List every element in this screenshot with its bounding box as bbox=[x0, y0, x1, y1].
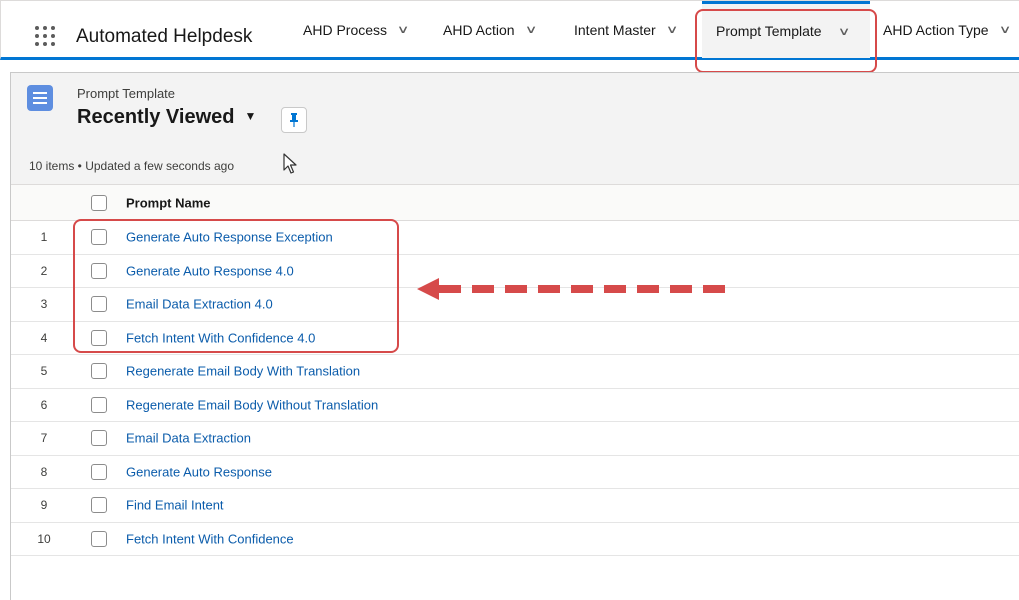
chevron-down-icon[interactable]: ∨ bbox=[524, 23, 537, 36]
row-number: 6 bbox=[40, 397, 48, 412]
table-row: 4 Fetch Intent With Confidence 4.0 bbox=[11, 321, 1019, 355]
app-launcher-icon[interactable] bbox=[35, 26, 57, 48]
row-checkbox[interactable] bbox=[91, 497, 107, 514]
row-number: 7 bbox=[40, 431, 48, 446]
row-number: 1 bbox=[40, 230, 48, 245]
prompt-name-link[interactable]: Fetch Intent With Confidence bbox=[126, 531, 294, 546]
nav-tab-label: AHD Process bbox=[303, 21, 388, 38]
nav-tab-label: AHD Action Type bbox=[883, 21, 989, 38]
row-number: 5 bbox=[40, 364, 48, 379]
table-row: 9 Find Email Intent bbox=[11, 489, 1019, 523]
app-name: Automated Helpdesk bbox=[76, 26, 253, 47]
column-header-prompt-name[interactable]: Prompt Name bbox=[126, 195, 211, 210]
chevron-down-icon[interactable]: ∨ bbox=[665, 23, 678, 36]
chevron-down-icon[interactable]: ∨ bbox=[837, 25, 850, 38]
list-view-panel: Prompt Template Recently Viewed ▼ 10 item… bbox=[10, 72, 1019, 600]
row-checkbox[interactable] bbox=[91, 396, 107, 413]
table-row: 5 Regenerate Email Body With Translation bbox=[11, 355, 1019, 389]
row-checkbox[interactable] bbox=[91, 262, 107, 279]
prompt-name-link[interactable]: Fetch Intent With Confidence 4.0 bbox=[126, 330, 315, 345]
nav-tab-ahd-action[interactable]: AHD Action ∨ bbox=[443, 1, 537, 58]
nav-tab-ahd-process[interactable]: AHD Process ∨ bbox=[303, 1, 410, 58]
table-row: 1 Generate Auto Response Exception bbox=[11, 221, 1019, 255]
nav-tab-prompt-template[interactable]: Prompt Template ∨ bbox=[702, 1, 870, 58]
row-checkbox[interactable] bbox=[91, 329, 107, 346]
caret-down-icon[interactable]: ▼ bbox=[244, 109, 256, 123]
row-number: 4 bbox=[40, 330, 48, 345]
prompt-name-link[interactable]: Email Data Extraction 4.0 bbox=[126, 297, 273, 312]
row-number: 3 bbox=[40, 297, 48, 312]
prompt-name-link[interactable]: Email Data Extraction bbox=[126, 431, 251, 446]
prompt-name-link[interactable]: Generate Auto Response 4.0 bbox=[126, 263, 294, 278]
list-view-title: Recently Viewed bbox=[77, 106, 235, 128]
prompt-name-link[interactable]: Generate Auto Response bbox=[126, 464, 272, 479]
table-row: 8 Generate Auto Response bbox=[11, 455, 1019, 489]
nav-tab-label: Intent Master bbox=[574, 21, 656, 38]
mouse-cursor-icon bbox=[283, 153, 297, 174]
prompt-name-link[interactable]: Generate Auto Response Exception bbox=[126, 230, 333, 245]
chevron-down-icon[interactable]: ∨ bbox=[397, 23, 410, 36]
nav-tab-ahd-action-type[interactable]: AHD Action Type ∨ bbox=[883, 1, 1011, 58]
row-checkbox[interactable] bbox=[91, 530, 107, 547]
global-nav-bar: Automated Helpdesk AHD Process ∨ AHD Act… bbox=[0, 0, 1019, 60]
row-checkbox[interactable] bbox=[91, 463, 107, 480]
list-header: Prompt Template Recently Viewed ▼ 10 item… bbox=[11, 73, 1019, 185]
pin-icon bbox=[290, 113, 298, 127]
nav-tab-label: Prompt Template bbox=[716, 23, 822, 39]
row-checkbox[interactable] bbox=[91, 296, 107, 313]
pin-button[interactable] bbox=[281, 107, 307, 133]
row-number: 2 bbox=[40, 263, 48, 278]
prompt-name-link[interactable]: Regenerate Email Body With Translation bbox=[126, 364, 360, 379]
row-number: 10 bbox=[37, 531, 51, 546]
row-number: 8 bbox=[40, 464, 48, 479]
list-view-selector[interactable]: Recently Viewed ▼ bbox=[77, 106, 256, 129]
table-row: 10 Fetch Intent With Confidence bbox=[11, 522, 1019, 556]
row-checkbox[interactable] bbox=[91, 229, 107, 246]
object-label: Prompt Template bbox=[77, 86, 176, 101]
table-row: 6 Regenerate Email Body Without Translati… bbox=[11, 388, 1019, 422]
prompt-template-icon bbox=[27, 85, 53, 111]
prompt-name-link[interactable]: Regenerate Email Body Without Translatio… bbox=[126, 397, 378, 412]
list-meta-status: 10 items • Updated a few seconds ago bbox=[29, 159, 234, 173]
row-checkbox[interactable] bbox=[91, 430, 107, 447]
nav-tab-intent-master[interactable]: Intent Master ∨ bbox=[574, 1, 678, 58]
annotation-arrow bbox=[417, 278, 727, 300]
select-all-checkbox[interactable] bbox=[91, 194, 107, 211]
table-header-row: Prompt Name bbox=[11, 185, 1019, 221]
row-number: 9 bbox=[40, 498, 48, 513]
chevron-down-icon[interactable]: ∨ bbox=[998, 23, 1011, 36]
prompt-template-table: Prompt Name 1 Generate Auto Response Exce… bbox=[11, 185, 1019, 556]
row-checkbox[interactable] bbox=[91, 363, 107, 380]
table-row: 7 Email Data Extraction bbox=[11, 422, 1019, 456]
prompt-name-link[interactable]: Find Email Intent bbox=[126, 498, 224, 513]
nav-tab-label: AHD Action bbox=[443, 21, 515, 38]
